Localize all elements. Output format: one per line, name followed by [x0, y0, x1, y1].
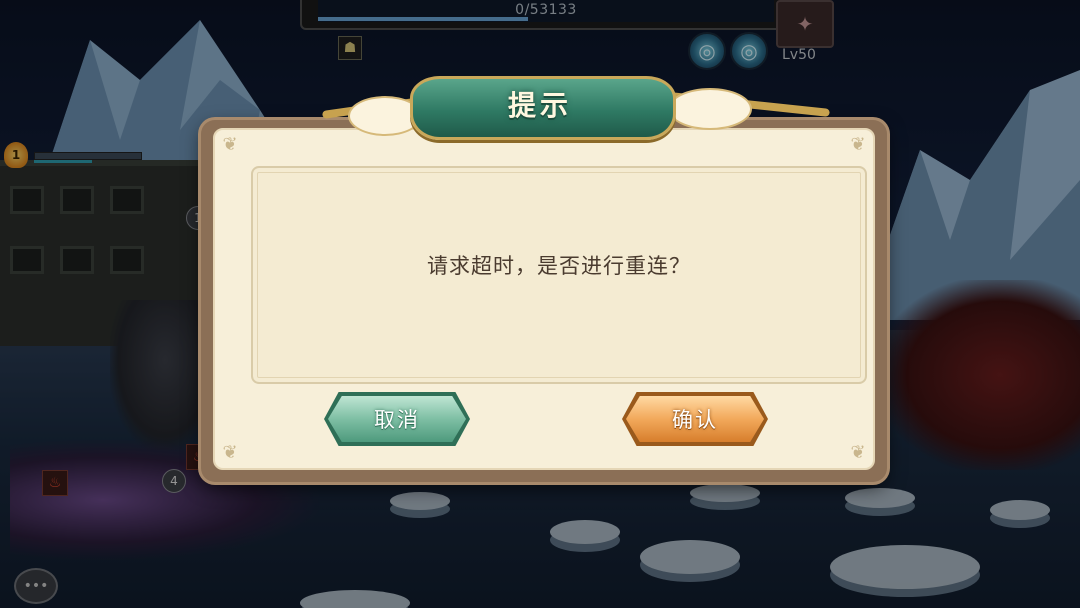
reconnect-dialog: ❦ ❦ ❦ ❦ 请求超时，是否进行重连？ — [201, 120, 887, 482]
corner-ornament-icon: ❦ — [222, 442, 238, 463]
dialog-paper: ❦ ❦ ❦ ❦ 请求超时，是否进行重连？ — [213, 128, 875, 470]
corner-ornament-icon: ❦ — [850, 442, 866, 463]
corner-ornament-icon: ❦ — [850, 134, 866, 155]
message-panel: 请求超时，是否进行重连？ — [251, 166, 867, 384]
cancel-button[interactable]: 取消 — [328, 396, 466, 442]
dialog-title: 提示 — [507, 89, 572, 122]
corner-ornament-icon: ❦ — [222, 134, 238, 155]
confirm-button[interactable]: 确认 — [626, 396, 764, 442]
dialog-message: 请求超时，是否进行重连？ — [427, 254, 691, 278]
cloud-ornament-icon — [668, 88, 752, 130]
